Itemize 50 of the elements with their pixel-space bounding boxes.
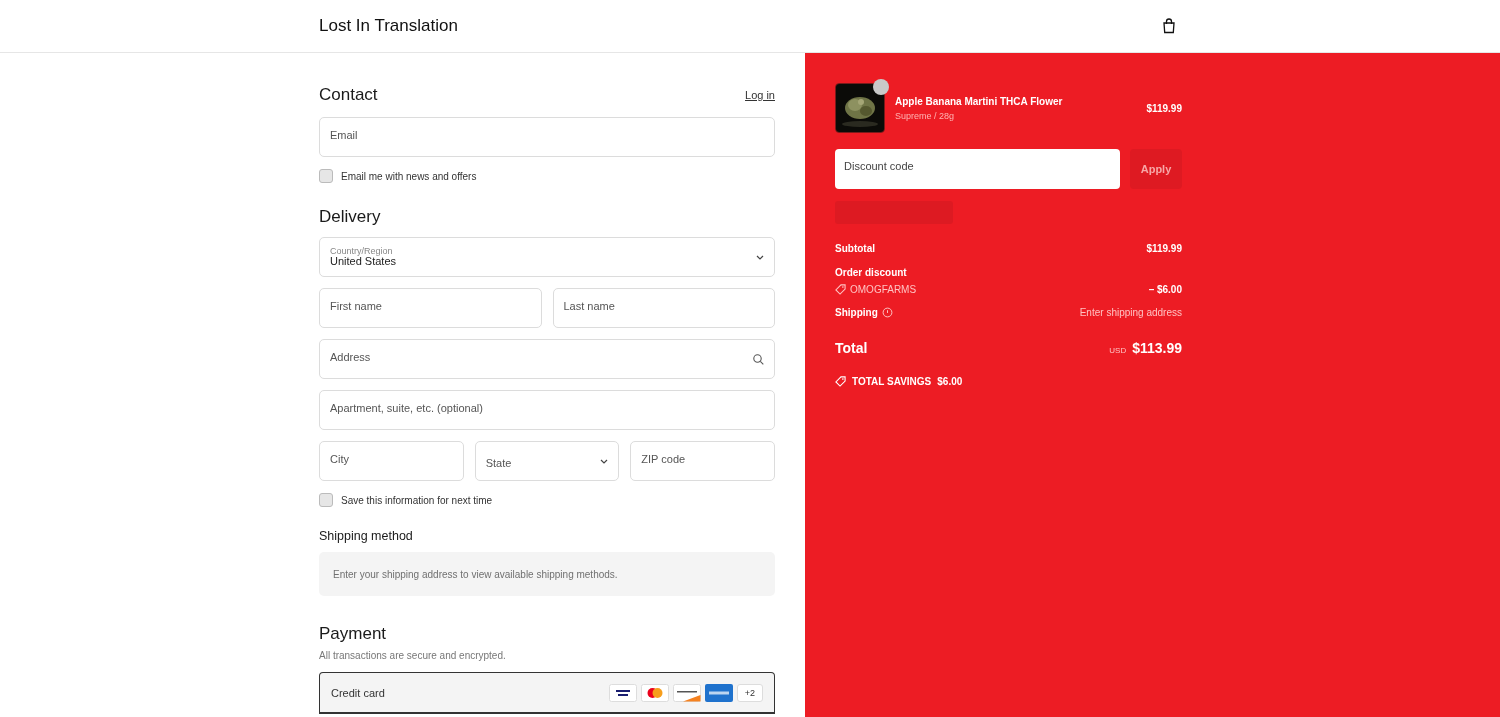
chevron-icon xyxy=(756,254,764,260)
email-field[interactable]: Email xyxy=(319,117,775,157)
card-icon xyxy=(608,683,637,702)
section-heading: Contact xyxy=(319,85,378,105)
city-field[interactable]: City xyxy=(319,441,464,481)
summary-value: $119.99 xyxy=(1146,243,1182,254)
summary-value: – $6.00 xyxy=(1148,284,1182,295)
summary-value: Enter shipping address xyxy=(1079,307,1182,318)
tag-icon xyxy=(835,376,846,387)
first-name-field[interactable]: First name xyxy=(319,288,542,328)
address-field[interactable]: Address xyxy=(319,339,775,379)
store-name: Lost In Translation xyxy=(319,16,459,36)
shipping-notice: Enter your shipping address to view available shipping methods. xyxy=(319,552,775,596)
savings-label: TOTAL SAVINGS xyxy=(852,376,932,387)
search-icon xyxy=(753,353,764,365)
zip-field[interactable]: ZIP code xyxy=(630,441,775,481)
product-price: $119.99 xyxy=(1146,102,1182,114)
checkbox[interactable] xyxy=(319,169,333,183)
discount-code: OMOGFARMS xyxy=(850,284,917,295)
credit-card-option[interactable]: Credit card +2 xyxy=(319,672,775,714)
card-icon xyxy=(704,683,733,702)
country-select[interactable]: Country/Region United States xyxy=(319,237,775,277)
checkbox-label: Email me with news and offers xyxy=(341,170,477,182)
summary-label: Order discount xyxy=(835,267,907,278)
checkbox[interactable] xyxy=(319,493,333,507)
quantity-badge xyxy=(873,79,889,95)
chevron-icon xyxy=(600,458,609,464)
more-cards-badge: +2 xyxy=(736,683,763,702)
section-heading: Shipping method xyxy=(319,529,414,543)
total-value: $113.99 xyxy=(1132,340,1182,356)
product-name: Apple Banana Martini THCA Flower xyxy=(895,95,1064,107)
state-select[interactable]: State xyxy=(474,441,620,481)
card-icon xyxy=(672,683,701,702)
currency-code: USD xyxy=(1109,346,1127,355)
last-name-field[interactable]: Last name xyxy=(552,288,775,328)
card-icon xyxy=(640,683,669,702)
section-heading: Payment xyxy=(319,624,388,644)
section-heading: Delivery xyxy=(319,207,382,227)
summary-label: Subtotal xyxy=(835,243,875,254)
product-variant: Supreme / 28g xyxy=(895,110,956,121)
info-icon[interactable] xyxy=(881,307,893,318)
total-label: Total xyxy=(835,340,868,356)
shopping-bag-icon[interactable] xyxy=(1162,18,1176,34)
savings-value: $6.00 xyxy=(937,376,963,387)
tag-icon xyxy=(835,284,846,295)
checkbox-label: Save this information for next time xyxy=(341,494,493,506)
payment-subtitle: All transactions are secure and encrypted. xyxy=(319,650,507,661)
summary-label: Shipping xyxy=(835,307,878,318)
login-link[interactable]: Log in xyxy=(745,89,775,101)
apartment-field[interactable]: Apartment, suite, etc. (optional) xyxy=(319,390,775,430)
